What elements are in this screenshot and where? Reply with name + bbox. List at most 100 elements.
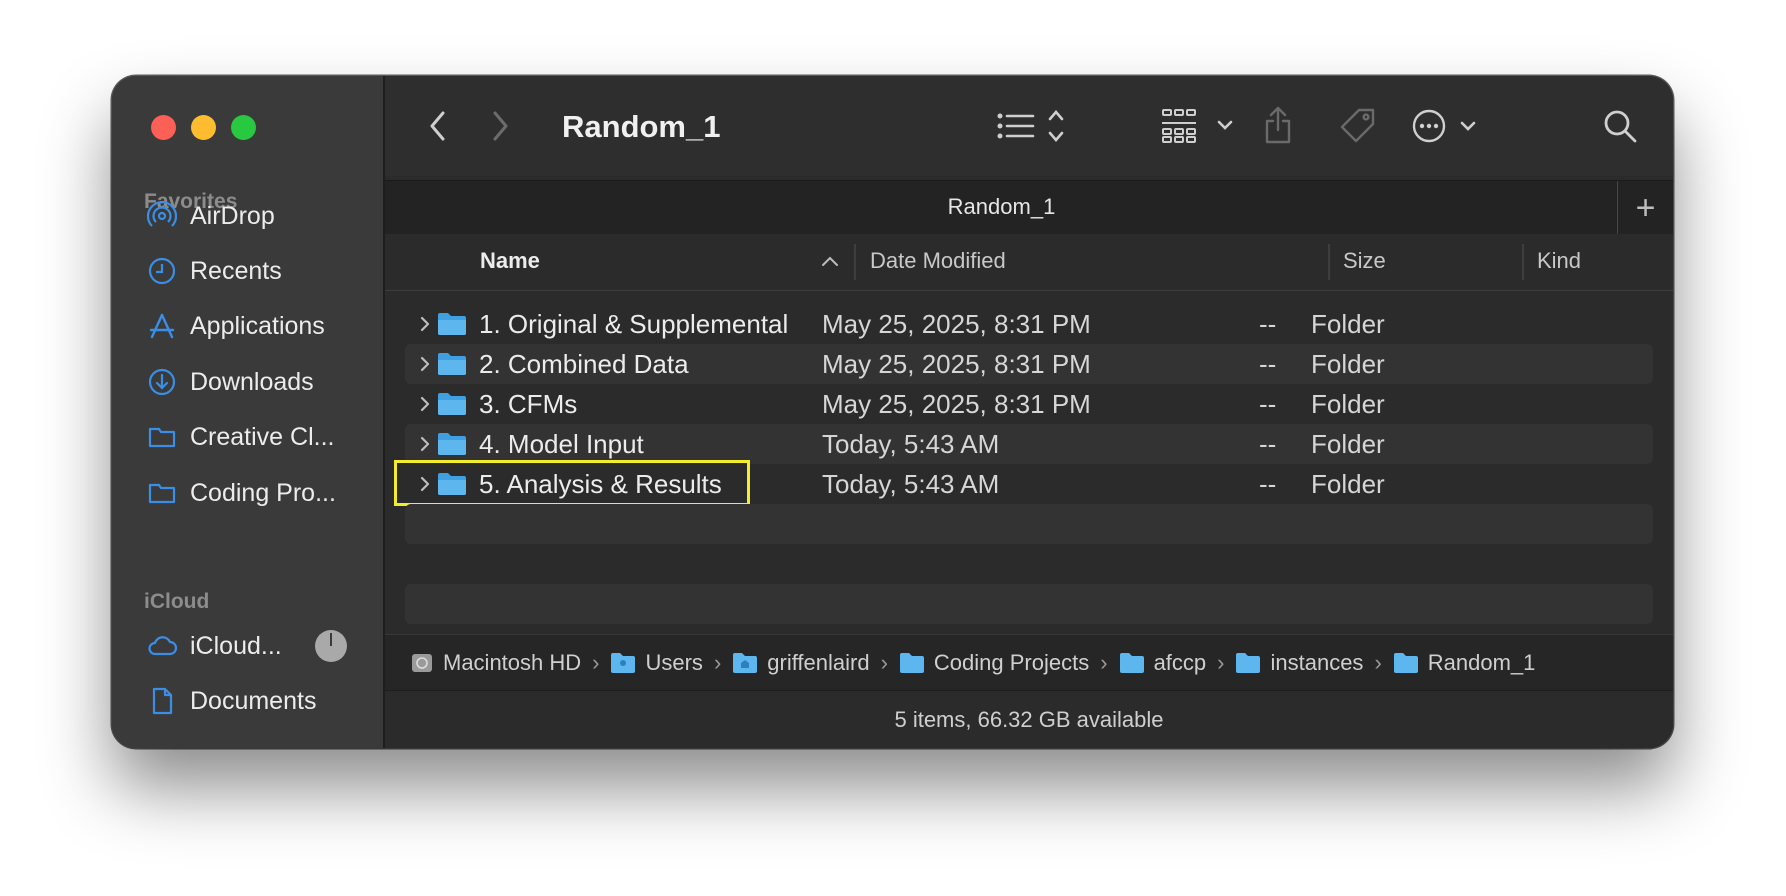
share-icon: [1265, 106, 1291, 144]
path-item-griffenlaird[interactable]: griffenlaird: [732, 650, 870, 676]
path-item-random-1[interactable]: Random_1: [1393, 650, 1535, 676]
path-label: Users: [645, 650, 703, 675]
disclosure-triangle-icon[interactable]: [419, 475, 431, 498]
path-separator: ›: [1374, 650, 1382, 675]
close-window-button[interactable]: [151, 115, 176, 140]
table-row[interactable]: 4. Model Input Today, 5:43 AM -- Folder: [405, 424, 1653, 464]
forward-button[interactable]: [485, 106, 515, 146]
path-item-users[interactable]: Users: [610, 650, 703, 676]
column-date-header[interactable]: Date Modified: [870, 248, 1006, 274]
sidebar-item-label: iCloud...: [190, 631, 282, 660]
airdrop-icon: [146, 200, 178, 232]
file-date: May 25, 2025, 8:31 PM: [822, 389, 1091, 419]
sidebar-item-creative-cloud[interactable]: Creative Cl...: [146, 415, 376, 459]
column-kind-header[interactable]: Kind: [1537, 248, 1581, 274]
folder-icon: [899, 652, 925, 674]
file-size: --: [1259, 349, 1277, 379]
path-separator: ›: [713, 650, 722, 675]
sidebar-item-documents[interactable]: Documents: [146, 679, 376, 723]
column-divider[interactable]: [1522, 244, 1524, 280]
tab-random-1[interactable]: Random_1: [385, 194, 1618, 220]
folder-icon: [437, 352, 467, 381]
disclosure-triangle-icon[interactable]: [419, 355, 431, 378]
status-bar: 5 items, 66.32 GB available: [385, 690, 1673, 748]
sidebar-item-airdrop[interactable]: AirDrop: [146, 194, 376, 238]
path-separator: ›: [1217, 650, 1225, 675]
file-name: 4. Model Input: [479, 429, 644, 459]
path-bar: Macintosh HD › Users › griffenlaird › Co…: [385, 634, 1673, 691]
folder-icon: [1235, 652, 1261, 674]
sidebar-item-label: Recents: [190, 256, 282, 285]
download-icon: [146, 366, 178, 398]
file-date: May 25, 2025, 8:31 PM: [822, 309, 1091, 339]
sidebar-item-label: Applications: [190, 311, 325, 340]
column-name-header[interactable]: Name: [480, 248, 540, 274]
search-icon: [1604, 110, 1637, 143]
column-header: Name Date Modified Size Kind: [385, 234, 1673, 291]
cloud-icon: [146, 630, 178, 662]
chevron-right-icon: [493, 111, 508, 141]
column-divider[interactable]: [854, 244, 856, 280]
minimize-window-button[interactable]: [191, 115, 216, 140]
path-item-instances[interactable]: instances: [1235, 650, 1363, 676]
column-size-header[interactable]: Size: [1343, 248, 1386, 274]
sidebar-item-label: Creative Cl...: [190, 422, 335, 451]
folder-icon: [437, 392, 467, 421]
table-row[interactable]: 3. CFMs May 25, 2025, 8:31 PM -- Folder: [405, 384, 1653, 424]
sidebar-item-coding-projects[interactable]: Coding Pro...: [146, 471, 376, 515]
file-date: Today, 5:43 AM: [822, 429, 1000, 459]
file-kind: Folder: [1311, 389, 1385, 419]
table-row[interactable]: 2. Combined Data May 25, 2025, 8:31 PM -…: [405, 344, 1653, 384]
path-item-macintosh-hd[interactable]: Macintosh HD: [410, 650, 581, 676]
tag-button[interactable]: [1338, 106, 1378, 146]
sidebar-item-label: AirDrop: [190, 201, 275, 230]
sort-ascending-icon: [821, 254, 839, 272]
table-row[interactable]: 5. Analysis & Results Today, 5:43 AM -- …: [394, 460, 1653, 506]
folder-icon: [437, 472, 467, 501]
view-options-button[interactable]: [996, 106, 1076, 146]
disclosure-triangle-icon[interactable]: [419, 315, 431, 338]
file-name: 3. CFMs: [479, 389, 578, 419]
path-separator: ›: [880, 650, 888, 675]
folder-icon: [146, 477, 178, 509]
file-kind: Folder: [1311, 309, 1385, 339]
tag-icon: [1340, 108, 1375, 143]
column-divider[interactable]: [1328, 244, 1330, 280]
toolbar: Random_1: [385, 76, 1673, 176]
sidebar-item-recents[interactable]: Recents: [146, 249, 376, 293]
more-actions-button[interactable]: [1411, 106, 1487, 146]
file-kind: Folder: [1311, 349, 1385, 379]
sidebar-item-label: Coding Pro...: [190, 478, 336, 507]
share-button[interactable]: [1260, 103, 1296, 147]
file-date: Today, 5:43 AM: [822, 469, 1000, 499]
path-label: Coding Projects: [933, 650, 1090, 675]
sidebar-item-applications[interactable]: Applications: [146, 304, 376, 348]
path-item-coding-projects[interactable]: Coding Projects: [899, 650, 1089, 676]
table-row[interactable]: 1. Original & Supplemental May 25, 2025,…: [405, 304, 1653, 344]
back-button[interactable]: [423, 106, 453, 146]
plus-icon: +: [1635, 188, 1656, 227]
users-folder-icon: [610, 652, 636, 674]
path-label: afccp: [1153, 650, 1207, 675]
path-label: griffenlaird: [767, 650, 870, 675]
zoom-window-button[interactable]: [231, 115, 256, 140]
sidebar-item-downloads[interactable]: Downloads: [146, 360, 376, 404]
folder-icon: [437, 312, 467, 341]
file-date: May 25, 2025, 8:31 PM: [822, 349, 1091, 379]
folder-icon: [1119, 652, 1145, 674]
path-separator: ›: [592, 650, 600, 675]
sidebar-section-icloud: iCloud: [144, 590, 210, 613]
applications-icon: [146, 310, 178, 342]
path-separator: ›: [1100, 650, 1108, 675]
path-label: instances: [1270, 650, 1364, 675]
search-button[interactable]: [1600, 106, 1640, 146]
main-pane: Random_1 Random_1 + Name Date Modified S…: [385, 76, 1673, 748]
disclosure-triangle-icon[interactable]: [419, 395, 431, 418]
new-tab-button[interactable]: +: [1617, 181, 1673, 235]
group-button[interactable]: [1160, 106, 1242, 146]
file-name: 5. Analysis & Results: [479, 469, 722, 499]
disclosure-triangle-icon[interactable]: [419, 435, 431, 458]
grid-group-icon: [1162, 109, 1233, 143]
path-item-afccp[interactable]: afccp: [1119, 650, 1207, 676]
home-folder-icon: [732, 652, 758, 674]
